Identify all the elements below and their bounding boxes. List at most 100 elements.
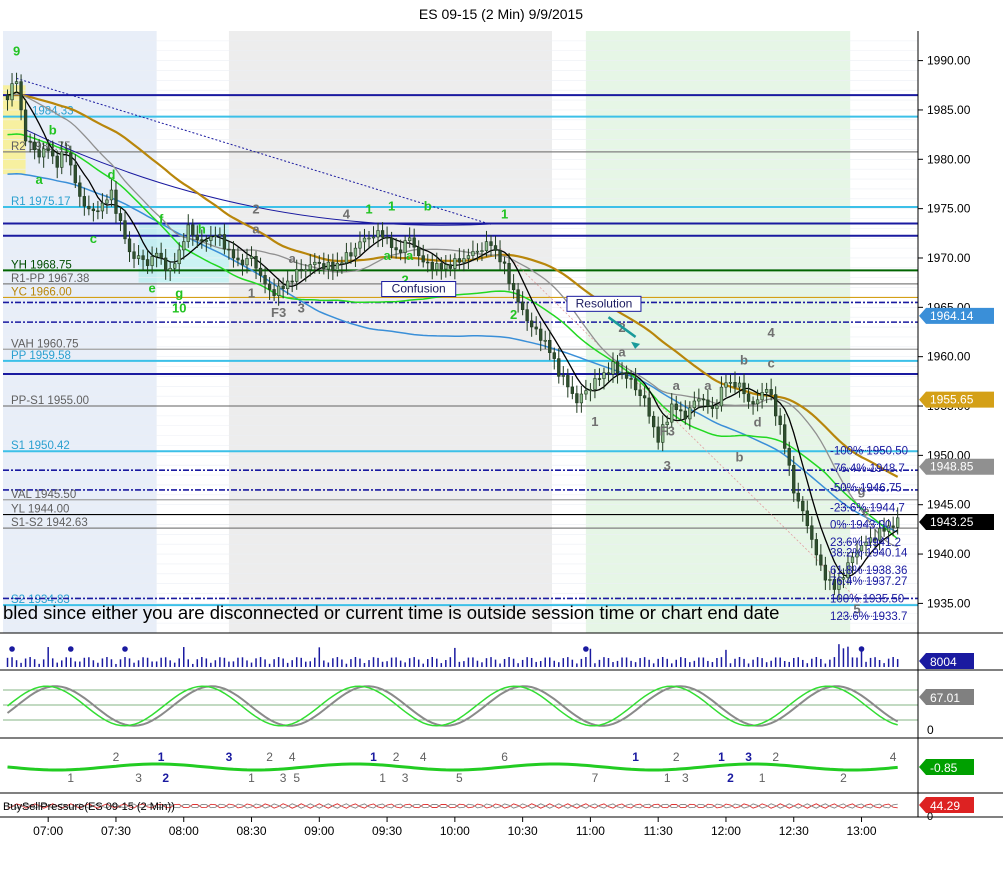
wave-label: 3 [664,458,671,473]
candle-body [814,539,818,556]
candle-body [276,285,281,296]
candle-body [281,285,285,289]
candle-body [891,525,895,528]
candle-body [764,389,769,393]
candle-body [304,269,308,272]
candle-body [588,389,593,391]
candle-body [326,261,330,270]
candle-body [570,386,574,394]
candle-body [335,262,340,271]
candle-body [810,525,814,540]
candle-body [60,151,64,168]
wave-count-label: 3 [135,771,142,785]
wave-count-label: 3 [280,771,287,785]
candle-body [430,261,434,270]
chart-title: ES 09-15 (2 Min) 9/9/2015 [419,6,583,22]
x-tick-label: 12:00 [711,824,741,838]
candle-body [466,255,471,259]
candle-body [87,205,91,210]
candle-body [349,252,353,257]
wave-label: 9 [13,44,20,59]
fib-label: -100% 1950.50 [830,445,908,457]
candle-body [480,250,484,252]
candle-body [435,263,439,270]
wave-count-label: 3 [226,750,233,764]
candle-body [105,199,109,204]
candle-body [55,155,59,168]
wave-count-label: 3 [682,771,689,785]
candle-body [728,381,733,384]
candle-body [489,241,493,246]
candle-body [792,464,796,494]
candle-body [719,386,724,407]
candle-body [127,238,132,253]
wave-count-label: 2 [393,750,400,764]
candle-body [706,399,710,407]
wave-label: b [49,123,57,138]
candle-body [579,393,584,404]
candle-body [295,269,299,282]
wave-label: 2 [252,202,259,217]
price-marker-label: 1964.14 [930,309,974,323]
candle-body [638,389,642,396]
wave-count-label: 3 [745,750,752,764]
wave-count-label: 1 [158,750,165,764]
volume-spike-dot [122,646,128,652]
candle-body [525,309,529,322]
candle-body [308,264,312,270]
candle-body [51,150,55,157]
wave-label: 1 [501,207,508,222]
candle-body [37,149,41,158]
wave-count-label: 2 [727,771,734,785]
chart-canvas[interactable]: ES 09-15 (2 Min) 9/9/2015 1984.33R2 1980… [0,0,1003,873]
wave-label: c [768,356,775,371]
candle-body [182,241,186,251]
candle-body [82,196,86,207]
x-tick-label: 13:00 [847,824,877,838]
candle-body [317,261,321,264]
wave-count-label: 1 [632,750,639,764]
candle-body [633,378,638,391]
candle-body [498,250,502,263]
fib-label: 100% 1935.50 [830,593,904,605]
candle-body [145,259,150,266]
wave-label: a [289,251,297,266]
candle-body [249,256,254,259]
candle-body [733,381,737,388]
x-tick-label: 07:00 [33,824,63,838]
price-level-label: YC 1966.00 [11,286,72,298]
x-tick-label: 08:00 [169,824,199,838]
wave-label: F3 [660,424,675,439]
wave-label: 3 [298,300,305,315]
candle-body [209,236,213,241]
candle-body [760,392,764,401]
fib-label: 76.4% 1937.27 [830,576,907,588]
candle-body [692,400,696,409]
candle-body [10,83,14,101]
wave-label: 2 [510,307,517,322]
candle-body [114,189,118,214]
candle-body [123,220,127,240]
price-level-label: R1-PP 1967.38 [11,273,89,285]
candle-body [362,237,367,243]
candle-body [19,81,23,111]
candle-body [444,264,448,270]
candle-body [258,267,263,276]
wave-count-label: 4 [420,750,427,764]
candle-body [683,410,687,420]
candle-body [575,393,579,404]
candle-body [453,258,457,269]
candle-body [674,403,678,411]
candle-body [801,500,805,512]
price-level-label: YL 1944.00 [11,504,69,516]
candle-body [620,372,624,375]
candle-body [783,424,787,449]
candle-body [552,352,556,359]
candle-body [394,247,398,251]
candle-body [511,283,516,291]
candle-body [109,189,114,201]
candle-body [331,261,335,271]
candle-body [439,263,443,270]
candle-body [606,372,611,375]
wave-count-label: 6 [501,750,508,764]
